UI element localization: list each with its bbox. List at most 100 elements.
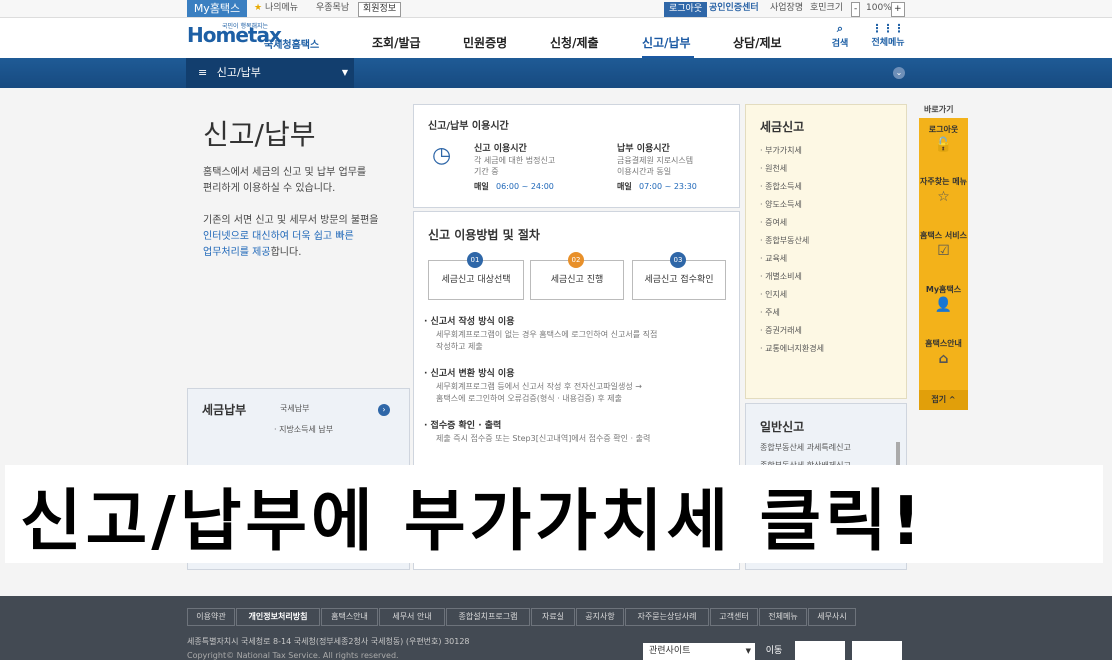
method-1-desc-2: 작성하고 제출	[436, 342, 483, 351]
tax-report-item[interactable]: · 원천세	[760, 163, 787, 174]
all-menu-button[interactable]: ⋮⋮⋮ 전체메뉴	[866, 22, 910, 48]
star-icon: ☆	[937, 189, 950, 205]
report-hours-desc-2: 기간 중	[474, 167, 499, 176]
footer-link[interactable]: 자주묻는상담사례	[625, 608, 709, 626]
tax-report-item[interactable]: · 양도소득세	[760, 199, 802, 210]
related-sites-label: 관련사이트	[649, 646, 691, 656]
logout-button[interactable]: 로그아웃	[664, 2, 708, 17]
top-link-1[interactable]: 우종목남	[316, 0, 349, 17]
video-caption: 신고/납부에 부가가치세 클릭!	[5, 465, 1103, 563]
footer-link[interactable]: 공지사항	[576, 608, 624, 626]
local-tax-payment-link[interactable]: · 지방소득세 납부	[274, 424, 333, 435]
scrollbar-thumb[interactable]	[896, 442, 900, 466]
zoom-in-button[interactable]: +	[891, 2, 905, 17]
usage-hours-title: 신고/납부 이용시간	[428, 121, 509, 132]
method-1-head: · 신고서 작성 방식 이용	[424, 317, 515, 327]
footer-link[interactable]: 종합설치프로그램	[446, 608, 530, 626]
top-utility-bar: My홈택스 ★ 나의메뉴 우종목남 회원정보 로그아웃 공인인증센터 사업장명 …	[0, 0, 1112, 18]
quick-collapse-button[interactable]: 접기 ^	[919, 390, 968, 410]
footer-link[interactable]: 세무사시	[808, 608, 856, 626]
pay-hours-title: 납부 이용시간	[617, 144, 670, 154]
report-hours-title: 신고 이용시간	[474, 144, 527, 154]
method-2-desc-1: 세무회계프로그램 등에서 신고서 작성 후 전자신고파일생성 →	[436, 382, 642, 391]
tax-report-item[interactable]: · 종합소득세	[760, 181, 802, 192]
pay-daily-label: 매일	[617, 182, 632, 191]
national-tax-payment-link[interactable]: 국세납부	[280, 403, 309, 414]
quick-link-label: 로그아웃	[928, 125, 959, 134]
zoom-level: 100%	[866, 3, 892, 13]
quick-link-3[interactable]: 홈택스 서비스 ☑	[919, 230, 968, 259]
dropdown-arrow-icon: ▼	[341, 68, 348, 77]
tax-report-item[interactable]: · 교통에너지환경세	[760, 343, 824, 354]
report-hours-desc-1: 각 세금에 대한 법정신고	[474, 156, 556, 165]
quick-link-2[interactable]: 자주찾는 메뉴 ☆	[919, 176, 968, 205]
method-2-desc-2: 홈택스에 로그인하여 오류검증(형식 · 내용검증) 후 제출	[436, 394, 622, 403]
lock-icon: 🔓	[934, 137, 953, 153]
tax-report-item[interactable]: · 주세	[760, 307, 780, 318]
footer-link[interactable]: 고객센터	[710, 608, 758, 626]
footer-copyright: Copyright© National Tax Service. All rig…	[187, 651, 399, 660]
grid-icon: ⋮⋮⋮	[871, 22, 905, 35]
search-label: 검색	[831, 39, 849, 49]
footer-link[interactable]: 이용약관	[187, 608, 235, 626]
quick-link-5[interactable]: 홈택스안내 ⌂	[919, 338, 968, 367]
quick-link-1[interactable]: 로그아웃 🔓	[919, 124, 968, 153]
sub-nav-bar: ≡ 신고/납부 ▼ ⌄	[0, 58, 1112, 88]
step-3-number: 03	[670, 252, 686, 268]
breadcrumb-dropdown[interactable]: ≡ 신고/납부 ▼	[186, 58, 354, 88]
my-menu-label: 나의메뉴	[264, 3, 299, 13]
site-link[interactable]: 사업장명	[770, 0, 803, 17]
menu-lines-icon: ≡	[198, 66, 208, 79]
footer-link[interactable]: 자료실	[531, 608, 575, 626]
nav-application[interactable]: 신청/제출	[550, 34, 599, 51]
quick-links-panel: 로그아웃 🔓 자주찾는 메뉴 ☆ 홈택스 서비스 ☑ My홈택스 👤 홈택스안내 ⌂ 접기 ^	[919, 118, 968, 410]
footer-address: 세종특별자치시 국세청로 8-14 국세청(정부세종2청사 국세청동) (우편번…	[187, 637, 470, 646]
star-icon: ★	[254, 3, 263, 13]
tax-report-box: 세금신고 · 부가가치세 · 원천세 · 종합소득세 · 양도소득세 · 증여세 · 종합…	[745, 104, 907, 399]
quick-link-label: My홈택스	[925, 285, 962, 294]
member-info-button[interactable]: 회원정보	[358, 2, 402, 17]
footer-link[interactable]: 홈택스안내	[321, 608, 378, 626]
home-icon: ⌂	[938, 351, 949, 367]
nav-inquiry[interactable]: 조회/발급	[372, 34, 421, 51]
general-report-item-1[interactable]: 종합부동산세 과세특례신고	[760, 442, 851, 453]
collapse-chevron-icon[interactable]: ⌄	[893, 67, 905, 79]
zoom-out-button[interactable]: -	[851, 2, 861, 17]
nav-certificate[interactable]: 민원증명	[463, 34, 507, 51]
my-hometax-tab[interactable]: My홈택스	[187, 0, 247, 17]
clock-icon: ◷	[432, 143, 452, 168]
desc-link-text: 업무처리를 제공	[203, 247, 271, 258]
go-button[interactable]: 이동	[760, 643, 788, 660]
tax-report-item[interactable]: · 개별소비세	[760, 271, 802, 282]
tax-report-item[interactable]: · 교육세	[760, 253, 787, 264]
pay-hours-desc-2: 이용시간과 동일	[617, 167, 672, 176]
main-header: 국민이 행복해지는 Hometax 국세청홈택스 조회/발급 민원증명 신청/제…	[0, 18, 1112, 58]
footer-link[interactable]: 전체메뉴	[759, 608, 807, 626]
tax-report-item[interactable]: · 부가가치세	[760, 145, 802, 156]
method-2-head: · 신고서 변환 방식 이용	[424, 369, 515, 379]
nav-report-payment[interactable]: 신고/납부	[642, 34, 691, 51]
step-1-number: 01	[467, 252, 483, 268]
general-report-title: 일반신고	[760, 420, 805, 434]
footer-link[interactable]: 개인정보처리방침	[236, 608, 320, 626]
pay-hours-desc-1: 금융결제원 지로시스템	[617, 156, 694, 165]
certification-badge-1	[795, 641, 845, 660]
tax-payment-title: 세금납부	[202, 403, 247, 417]
nav-consult[interactable]: 상담/제보	[733, 34, 782, 51]
method-3-desc-1: 제출 즉시 접수증 또는 Step3[신고내역]에서 접수증 확인 · 출력	[436, 434, 651, 443]
tax-report-item[interactable]: · 인지세	[760, 289, 787, 300]
select-arrow-icon: ▼	[745, 647, 751, 655]
my-menu-link[interactable]: ★ 나의메뉴	[254, 0, 298, 17]
footer-link[interactable]: 세무서 안내	[379, 608, 445, 626]
related-sites-select[interactable]: 관련사이트 ▼	[643, 643, 755, 660]
search-button[interactable]: ⌕ 검색	[828, 22, 852, 49]
desc-line-3: 기존의 서면 신고 및 세무서 방문의 불편을	[203, 215, 379, 226]
quick-link-4[interactable]: My홈택스 👤	[919, 284, 968, 313]
usage-hours-box: 신고/납부 이용시간 ◷ 신고 이용시간 각 세금에 대한 법정신고 기간 중 …	[413, 104, 740, 208]
tax-report-item[interactable]: · 종합부동산세	[760, 235, 809, 246]
tax-report-item[interactable]: · 증여세	[760, 217, 787, 228]
cert-center-link[interactable]: 공인인증센터	[709, 0, 759, 17]
pay-time: 07:00 ~ 23:30	[639, 182, 697, 191]
tax-report-item[interactable]: · 증권거래세	[760, 325, 802, 336]
arrow-right-icon[interactable]: ›	[378, 404, 390, 416]
